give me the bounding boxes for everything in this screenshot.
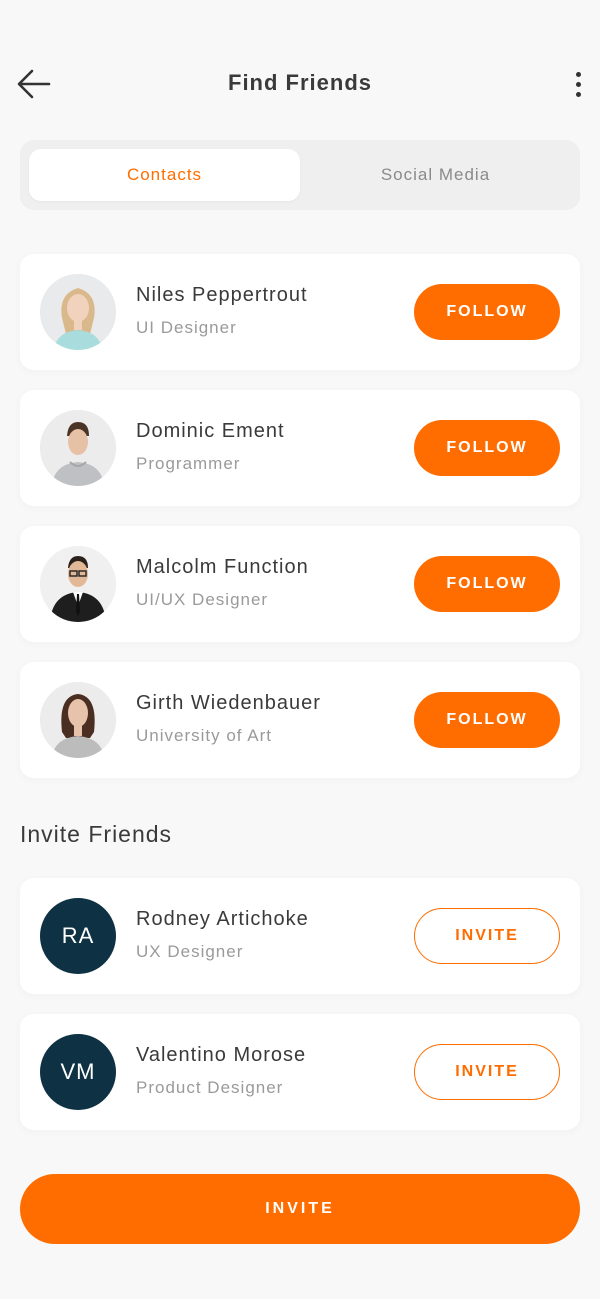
contact-card: Girth Wiedenbauer University of Art FOLL… [20,662,580,778]
tab-switcher: Contacts Social Media [20,140,580,210]
tab-contacts[interactable]: Contacts [29,149,300,201]
contact-role: Product Designer [136,1078,284,1097]
more-vertical-icon [575,71,581,77]
avatar [40,682,116,758]
invite-card: RA Rodney Artichoke UX Designer INVITE [20,878,580,994]
contact-name: Dominic Ement [136,420,285,442]
avatar [40,546,116,622]
section-title-invite-friends: Invite Friends [20,821,173,847]
contact-role: UX Designer [136,942,244,961]
contact-card: Niles Peppertrout UI Designer FOLLOW [20,254,580,370]
contact-role: UI/UX Designer [136,590,269,609]
more-options-button[interactable] [566,66,590,102]
contact-role: University of Art [136,726,273,745]
contact-name: Niles Peppertrout [136,284,308,306]
contact-name: Malcolm Function [136,556,309,578]
contact-role: UI Designer [136,318,237,337]
contact-name: Valentino Morose [136,1044,307,1066]
invite-card: VM Valentino Morose Product Designer INV… [20,1014,580,1130]
avatar-initials: RA [40,898,116,974]
follow-button[interactable]: FOLLOW [414,692,560,748]
header: Find Friends [0,56,600,112]
invite-button[interactable]: INVITE [414,1044,560,1100]
follow-button[interactable]: FOLLOW [414,556,560,612]
contact-role: Programmer [136,454,241,473]
contact-card: Dominic Ement Programmer FOLLOW [20,390,580,506]
avatar [40,410,116,486]
follow-button[interactable]: FOLLOW [414,420,560,476]
avatar-initials: VM [40,1034,116,1110]
page-title: Find Friends [228,70,372,95]
invite-all-button[interactable]: INVITE [20,1174,580,1244]
contact-name: Girth Wiedenbauer [136,692,321,714]
contact-card: Malcolm Function UI/UX Designer FOLLOW [20,526,580,642]
follow-button[interactable]: FOLLOW [414,284,560,340]
tab-social-media[interactable]: Social Media [300,149,571,201]
invite-button[interactable]: INVITE [414,908,560,964]
contact-name: Rodney Artichoke [136,908,309,930]
avatar [40,274,116,350]
